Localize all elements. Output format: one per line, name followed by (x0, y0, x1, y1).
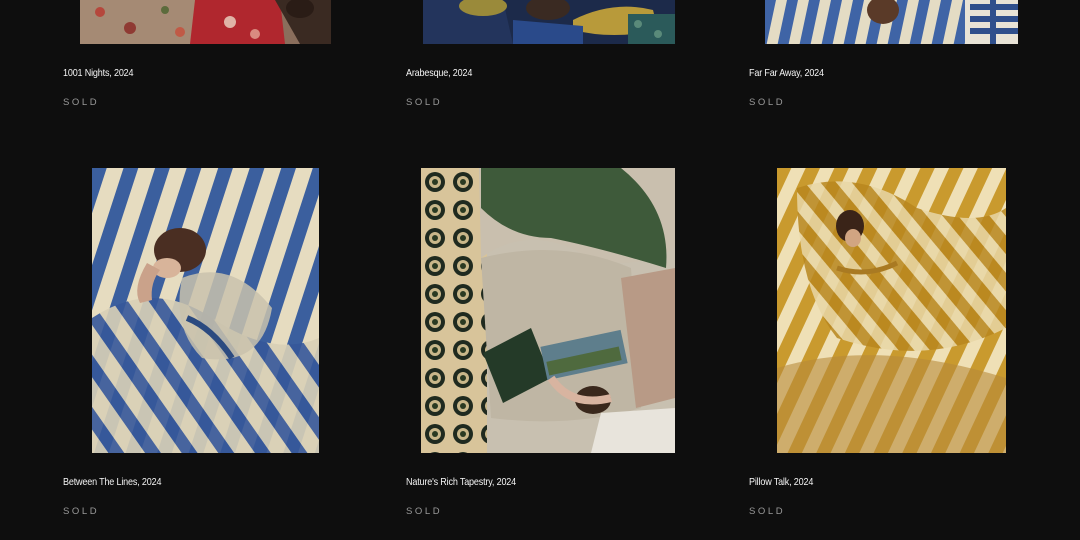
artwork-image-between-the-lines[interactable] (92, 168, 319, 453)
artwork-title[interactable]: Between The Lines, 2024 (63, 476, 161, 488)
artwork-status-badge: SOLD (749, 97, 786, 108)
artwork-image-pillow-talk[interactable] (777, 168, 1006, 453)
painting-figure-in-blue-striped-sheets (92, 168, 319, 453)
artwork-title[interactable]: Arabesque, 2024 (406, 67, 472, 79)
artwork-status-badge: SOLD (63, 97, 100, 108)
artwork-status-badge: SOLD (749, 506, 786, 517)
artwork-image-1001-nights[interactable] (80, 0, 331, 44)
artwork-status-badge: SOLD (406, 506, 443, 517)
artwork-image-far-far-away[interactable] (765, 0, 1018, 44)
painting-floral-patterned-bedding (80, 0, 331, 44)
artwork-status-badge: SOLD (63, 506, 100, 517)
painting-blue-striped-bedding (765, 0, 1018, 44)
artwork-title[interactable]: 1001 Nights, 2024 (63, 67, 134, 79)
painting-figure-reading-on-tapestry (421, 168, 675, 453)
artwork-title[interactable]: Far Far Away, 2024 (749, 67, 824, 79)
artwork-title[interactable]: Nature's Rich Tapestry, 2024 (406, 476, 516, 488)
painting-figure-wrapped-in-gold-striped-sheets (777, 168, 1006, 453)
artwork-image-arabesque[interactable] (423, 0, 675, 44)
artwork-title[interactable]: Pillow Talk, 2024 (749, 476, 813, 488)
painting-dark-cushions (423, 0, 675, 44)
artwork-status-badge: SOLD (406, 97, 443, 108)
artwork-image-natures-rich-tapestry[interactable] (421, 168, 675, 453)
